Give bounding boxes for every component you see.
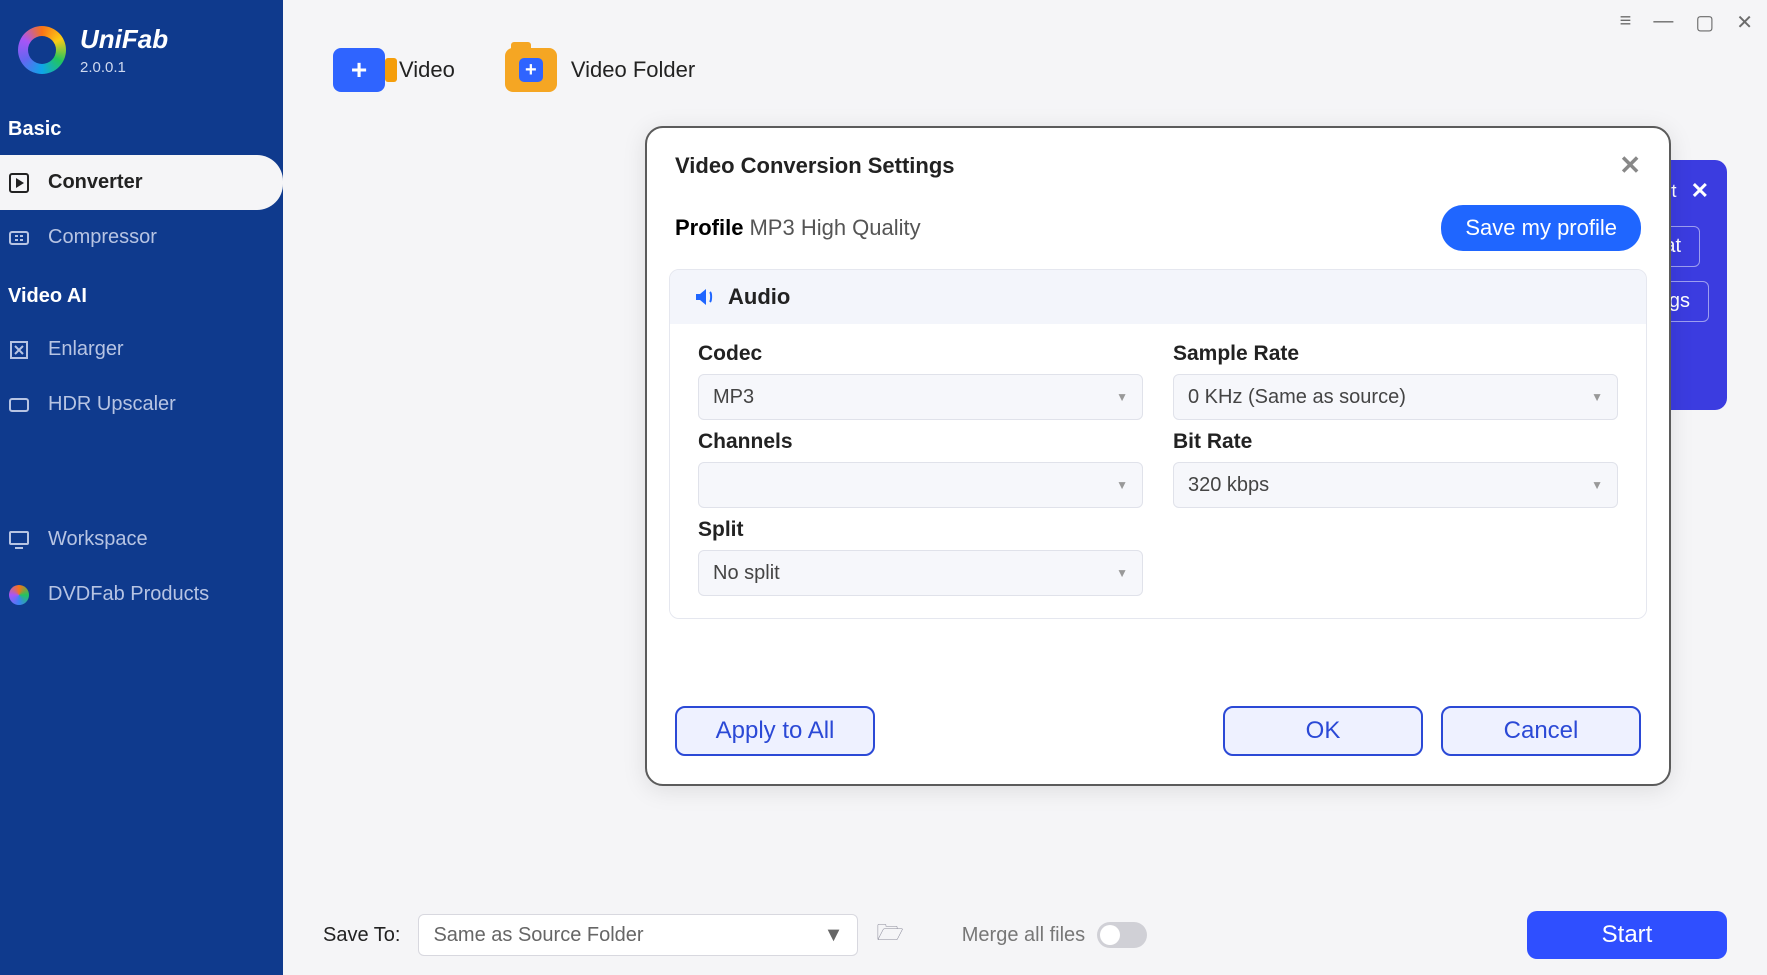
- minimize-icon[interactable]: —: [1653, 10, 1673, 35]
- sidebar-section-videoai: Video AI: [0, 265, 283, 322]
- sidebar-item-label: Compressor: [48, 226, 157, 249]
- add-folder-label: Video Folder: [571, 57, 695, 83]
- audio-settings-card: Audio Codec MP3 ▼ Sample Rate 0 KHz (Sam…: [669, 269, 1647, 619]
- codec-select[interactable]: MP3 ▼: [698, 374, 1143, 420]
- brand: UniFab 2.0.0.1: [0, 24, 283, 98]
- add-video-label: Video: [399, 57, 455, 83]
- save-location-value: Same as Source Folder: [433, 924, 643, 947]
- merge-toggle[interactable]: [1097, 922, 1147, 948]
- profile-label: ProfileMP3 High Quality: [675, 215, 921, 241]
- chevron-down-icon: ▼: [1116, 566, 1128, 580]
- app-version: 2.0.0.1: [80, 59, 168, 76]
- split-label: Split: [698, 518, 1143, 542]
- cancel-button[interactable]: Cancel: [1441, 706, 1641, 756]
- sample-rate-select[interactable]: 0 KHz (Same as source) ▼: [1173, 374, 1618, 420]
- chevron-down-icon: ▼: [1116, 390, 1128, 404]
- main-area: ≡ — ▢ ✕ + Video + Video Folder Ready to …: [283, 0, 1767, 975]
- sidebar-item-label: DVDFab Products: [48, 583, 209, 606]
- codec-label: Codec: [698, 342, 1143, 366]
- sidebar-item-compressor[interactable]: Compressor: [0, 210, 283, 265]
- sample-rate-label: Sample Rate: [1173, 342, 1618, 366]
- sidebar-item-converter[interactable]: Converter: [0, 155, 283, 210]
- apply-to-all-button[interactable]: Apply to All: [675, 706, 875, 756]
- browse-folder-icon[interactable]: 🗁: [876, 916, 903, 954]
- sidebar-item-label: Workspace: [48, 528, 148, 551]
- add-video-icon: +: [333, 48, 385, 92]
- save-location-select[interactable]: Same as Source Folder ▼: [418, 914, 858, 956]
- sidebar-item-dvdfab[interactable]: DVDFab Products: [0, 567, 283, 622]
- dvdfab-icon: [8, 584, 30, 606]
- sidebar-item-label: Enlarger: [48, 338, 124, 361]
- sidebar-item-label: HDR Upscaler: [48, 393, 176, 416]
- maximize-icon[interactable]: ▢: [1695, 10, 1714, 35]
- add-folder-button[interactable]: + Video Folder: [505, 48, 695, 92]
- add-folder-icon: +: [505, 48, 557, 92]
- save-to-label: Save To:: [323, 924, 400, 947]
- sound-icon: [692, 285, 716, 309]
- app-name: UniFab: [80, 24, 168, 55]
- sidebar-item-enlarger[interactable]: Enlarger: [0, 322, 283, 377]
- footer: Save To: Same as Source Folder ▼ 🗁 Merge…: [283, 895, 1767, 975]
- chevron-down-icon: ▼: [824, 924, 844, 947]
- sidebar-item-hdr-upscaler[interactable]: HDR Upscaler: [0, 377, 283, 432]
- merge-label: Merge all files: [962, 924, 1085, 947]
- sidebar: UniFab 2.0.0.1 Basic Converter Compresso…: [0, 0, 283, 975]
- add-video-button[interactable]: + Video: [333, 48, 455, 92]
- conversion-settings-modal: Video Conversion Settings ✕ ProfileMP3 H…: [645, 126, 1671, 786]
- play-square-icon: [8, 172, 30, 194]
- split-select[interactable]: No split ▼: [698, 550, 1143, 596]
- sidebar-item-label: Converter: [48, 171, 142, 194]
- channels-select[interactable]: ▼: [698, 462, 1143, 508]
- monitor-icon: [8, 529, 30, 551]
- window-controls: ≡ — ▢ ✕: [1620, 10, 1753, 35]
- start-button[interactable]: Start: [1527, 911, 1727, 959]
- chevron-down-icon: ▼: [1591, 390, 1603, 404]
- close-window-icon[interactable]: ✕: [1736, 10, 1753, 35]
- audio-header: Audio: [728, 284, 790, 310]
- sidebar-item-workspace[interactable]: Workspace: [0, 512, 283, 567]
- chevron-down-icon: ▼: [1116, 478, 1128, 492]
- close-modal-icon[interactable]: ✕: [1619, 150, 1641, 181]
- bit-rate-label: Bit Rate: [1173, 430, 1618, 454]
- ok-button[interactable]: OK: [1223, 706, 1423, 756]
- chevron-down-icon: ▼: [1591, 478, 1603, 492]
- channels-label: Channels: [698, 430, 1143, 454]
- menu-icon[interactable]: ≡: [1620, 10, 1632, 35]
- app-logo-icon: [18, 26, 66, 74]
- hdr-icon: [8, 394, 30, 416]
- modal-title: Video Conversion Settings: [675, 153, 955, 179]
- sidebar-section-basic: Basic: [0, 98, 283, 155]
- enlarge-icon: [8, 339, 30, 361]
- bit-rate-select[interactable]: 320 kbps ▼: [1173, 462, 1618, 508]
- close-task-icon[interactable]: ✕: [1691, 178, 1709, 204]
- compress-icon: [8, 227, 30, 249]
- save-profile-button[interactable]: Save my profile: [1441, 205, 1641, 251]
- top-actions: + Video + Video Folder: [283, 0, 1767, 112]
